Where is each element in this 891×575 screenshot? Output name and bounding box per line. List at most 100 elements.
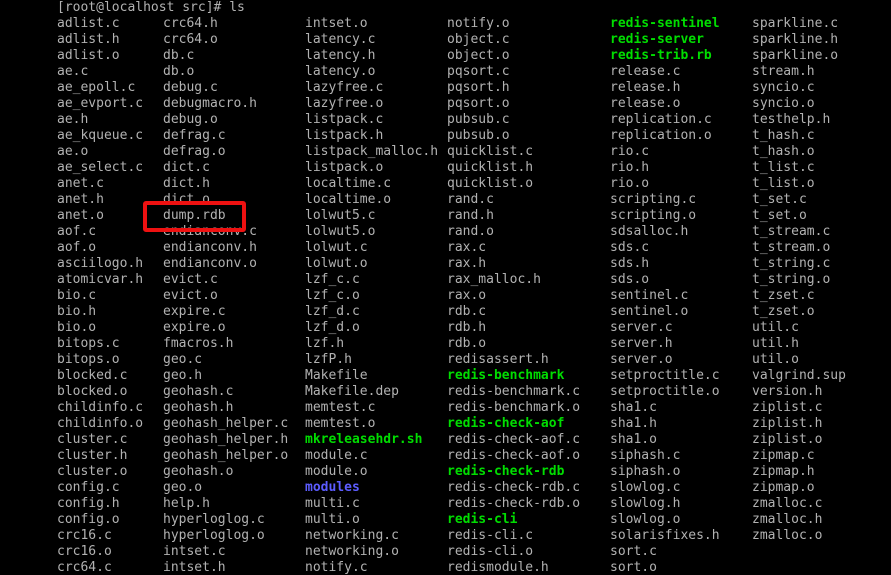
ls-entry: Makefile (305, 368, 368, 383)
ls-entry: geo.h (163, 368, 203, 383)
ls-entry: redis-check-aof (447, 416, 565, 431)
ls-entry: ae.c (57, 64, 89, 79)
ls-entry: redis-check-rdb.c (447, 480, 581, 495)
ls-entry: sort.o (610, 560, 657, 575)
ls-entry: t_stream.c (752, 224, 831, 239)
ls-entry: util.o (752, 352, 799, 367)
ls-entry: pqsort.c (447, 64, 510, 79)
ls-entry: childinfo.c (57, 400, 144, 415)
ls-entry: testhelp.h (752, 112, 831, 127)
ls-entry: sparkline.h (752, 32, 839, 47)
ls-entry: release.o (610, 96, 681, 111)
ls-entry: scripting.c (610, 192, 697, 207)
ls-entry: lolwut.o (305, 256, 368, 271)
ls-entry: ziplist.o (752, 432, 823, 447)
ls-column: sparkline.c sparkline.h sparkline.o stream.… (752, 16, 846, 544)
ls-entry: stream.h (752, 64, 815, 79)
ls-entry: replication.o (610, 128, 712, 143)
ls-entry: ae_evport.c (57, 96, 144, 111)
ls-entry: rax.c (447, 240, 487, 255)
ls-entry: redis-check-aof.c (447, 432, 581, 447)
ls-column: adlist.c adlist.h adlist.o ae.c ae_epoll.c ae… (57, 16, 143, 575)
ls-entry: object.c (447, 32, 510, 47)
ls-entry: config.o (57, 512, 120, 527)
ls-entry: bio.c (57, 288, 97, 303)
ls-entry: adlist.c (57, 16, 120, 31)
ls-entry: defrag.o (163, 144, 226, 159)
ls-entry: networking.c (305, 528, 399, 543)
ls-entry: rio.c (610, 144, 650, 159)
ls-entry: config.h (57, 496, 120, 511)
ls-entry: redis-server (610, 32, 704, 47)
ls-entry: zipmap.h (752, 464, 815, 479)
ls-entry: redis-cli (447, 512, 518, 527)
ls-entry: version.h (752, 384, 823, 399)
ls-entry: zmalloc.o (752, 528, 823, 543)
ls-entry: ziplist.h (752, 416, 823, 431)
ls-column: redis-sentinel redis-server redis-trib.rb r… (610, 16, 720, 575)
ls-entry: zmalloc.h (752, 512, 823, 527)
ls-entry: module.o (305, 464, 368, 479)
ls-entry: rand.h (447, 208, 494, 223)
ls-column: notify.o object.c object.o pqsort.c pqsort.h… (447, 16, 580, 575)
ls-entry: dump.rdb (163, 208, 226, 223)
ls-entry: server.o (610, 352, 673, 367)
ls-entry: dict.c (163, 160, 210, 175)
ls-entry: aof.c (57, 224, 97, 239)
ls-entry: latency.c (305, 32, 376, 47)
ls-entry: release.c (610, 64, 681, 79)
ls-entry: replication.c (610, 112, 712, 127)
ls-entry: lolwut5.c (305, 208, 376, 223)
ls-entry: anet.o (57, 208, 104, 223)
ls-entry: db.o (163, 64, 195, 79)
ls-entry: redis-benchmark (447, 368, 565, 383)
ls-entry: pubsub.o (447, 128, 510, 143)
ls-entry: rdb.h (447, 320, 487, 335)
ls-entry: rax.o (447, 288, 487, 303)
ls-entry: redis-check-rdb (447, 464, 565, 479)
ls-entry: lazyfree.c (305, 80, 384, 95)
ls-entry: syncio.o (752, 96, 815, 111)
ls-entry: rio.h (610, 160, 650, 175)
ls-entry: lazyfree.o (305, 96, 384, 111)
ls-entry: dict.h (163, 176, 210, 191)
ls-entry: expire.o (163, 320, 226, 335)
ls-entry: t_string.o (752, 272, 831, 287)
ls-entry: geohash.o (163, 464, 234, 479)
ls-entry: Makefile.dep (305, 384, 399, 399)
ls-entry: slowlog.o (610, 512, 681, 527)
ls-entry: object.o (447, 48, 510, 63)
ls-entry: t_list.c (752, 160, 815, 175)
ls-entry: geo.o (163, 480, 203, 495)
ls-entry: debug.c (163, 80, 218, 95)
ls-entry: debug.o (163, 112, 218, 127)
ls-entry: server.h (610, 336, 673, 351)
ls-entry: t_zset.o (752, 304, 815, 319)
ls-entry: localtime.c (305, 176, 392, 191)
ls-entry: geohash.h (163, 400, 234, 415)
ls-entry: scripting.o (610, 208, 697, 223)
ls-entry: t_list.o (752, 176, 815, 191)
ls-entry: ae.o (57, 144, 89, 159)
ls-entry: crc16.c (57, 528, 112, 543)
ls-entry: redis-benchmark.o (447, 400, 581, 415)
ls-entry: cluster.c (57, 432, 128, 447)
ls-entry: bitops.o (57, 352, 120, 367)
ls-entry: bio.o (57, 320, 97, 335)
ls-entry: geohash_helper.c (163, 416, 289, 431)
ls-entry: siphash.o (610, 464, 681, 479)
ls-entry: sha1.o (610, 432, 657, 447)
ls-entry: childinfo.o (57, 416, 144, 431)
ls-entry: crc64.h (163, 16, 218, 31)
ls-entry: server.c (610, 320, 673, 335)
ls-entry: lzf_c.c (305, 272, 360, 287)
ls-entry: rdb.c (447, 304, 487, 319)
terminal-window[interactable]: [root@localhost src]# ls adlist.c adlist.… (0, 0, 891, 575)
ls-entry: sdsalloc.h (610, 224, 689, 239)
ls-entry: multi.o (305, 512, 360, 527)
ls-entry: slowlog.h (610, 496, 681, 511)
ls-entry: setproctitle.c (610, 368, 720, 383)
ls-entry: fmacros.h (163, 336, 234, 351)
ls-entry: ae_kqueue.c (57, 128, 144, 143)
ls-entry: rand.c (447, 192, 494, 207)
